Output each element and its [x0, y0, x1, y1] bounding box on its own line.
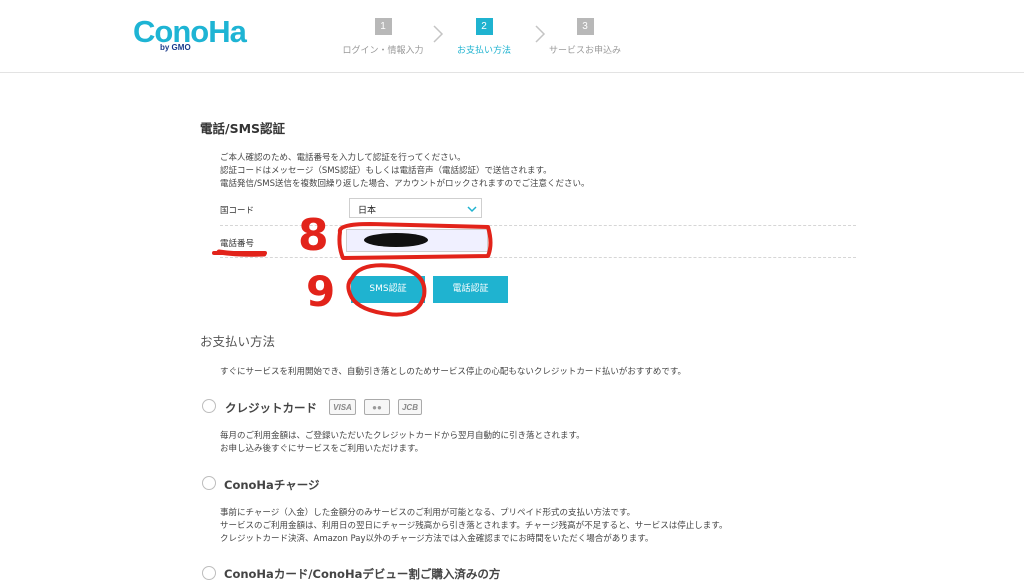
chevron-right-icon: [433, 25, 444, 43]
annotation-overlay: [212, 222, 493, 317]
step-service: 3 サービスお申込み: [546, 18, 624, 56]
step-payment: 2 お支払い方法: [452, 18, 516, 56]
logo-sub: by GMO: [160, 43, 191, 52]
underline-mark: [216, 249, 267, 257]
credit-card-label[interactable]: クレジットカード: [225, 400, 317, 416]
step-number: 2: [475, 18, 493, 35]
call-verify-button[interactable]: 電話認証: [433, 276, 508, 303]
step-number: 1: [374, 18, 392, 35]
phone-number-label: 電話番号: [220, 239, 255, 249]
conoha-card-label[interactable]: ConoHaカード/ConoHaデビュー割ご購入済みの方: [224, 566, 500, 582]
payment-intro: すぐにサービスを利用開始でき、自動引き落としのためサービス停止の心配もないクレジ…: [220, 367, 687, 377]
header: ConoHa by GMO 1 ログイン・情報入力 2 お支払い方法 3 サービ…: [0, 0, 1024, 73]
payment-section-title: お支払い方法: [200, 334, 276, 349]
sms-desc-1: ご本人確認のため、電話番号を入力して認証を行ってください。: [220, 153, 466, 163]
conoha-charge-label[interactable]: ConoHaチャージ: [224, 477, 319, 493]
step-label: サービスお申込み: [548, 46, 621, 56]
credit-card-desc-2: お申し込み後すぐにサービスをご利用いただけます。: [220, 444, 424, 454]
charge-desc-2: サービスのご利用金額は、利用日の翌日にチャージ残高から引き落とされます。チャージ…: [220, 521, 728, 531]
step-label: お支払い方法: [456, 46, 511, 56]
charge-desc-3: クレジットカード決済、Amazon Pay以外のチャージ方法では入金確認までにお…: [220, 534, 654, 544]
country-code-select[interactable]: 日本: [349, 198, 482, 218]
radio-conoha-charge[interactable]: [202, 476, 216, 490]
annotation-step-9: 9: [306, 267, 336, 316]
chevron-down-icon: [467, 206, 477, 213]
mastercard-icon: ●●: [364, 399, 390, 415]
sms-desc-3: 電話発信/SMS送信を複数回繰り返した場合、アカウントがロックされますのでご注意…: [220, 179, 590, 189]
sms-section-title: 電話/SMS認証: [200, 121, 286, 136]
step-number: 3: [576, 18, 594, 35]
step-label: ログイン・情報入力: [342, 46, 424, 56]
chevron-right-icon: [535, 25, 546, 43]
credit-card-desc-1: 毎月のご利用金額は、ご登録いただいたクレジットカードから翌月自動的に引き落とされ…: [220, 431, 585, 441]
sms-verify-button[interactable]: SMS認証: [351, 276, 425, 303]
jcb-icon: JCB: [398, 399, 422, 415]
visa-icon: VISA: [329, 399, 356, 415]
country-code-value: 日本: [358, 206, 377, 216]
phone-number-input[interactable]: [346, 229, 488, 252]
annotation-step-8: 8: [298, 210, 329, 261]
radio-credit-card[interactable]: [202, 399, 216, 413]
country-code-label: 国コード: [220, 206, 255, 216]
radio-conoha-card[interactable]: [202, 566, 216, 580]
conoha-logo[interactable]: ConoHa by GMO: [133, 14, 247, 54]
charge-desc-1: 事前にチャージ（入金）した金額分のみサービスのご利用が可能となる、プリペイド形式…: [220, 508, 636, 518]
step-login: 1 ログイン・情報入力: [337, 18, 429, 56]
sms-desc-2: 認証コードはメッセージ（SMS認証）もしくは電話音声（電話認証）で送信されます。: [220, 166, 552, 176]
